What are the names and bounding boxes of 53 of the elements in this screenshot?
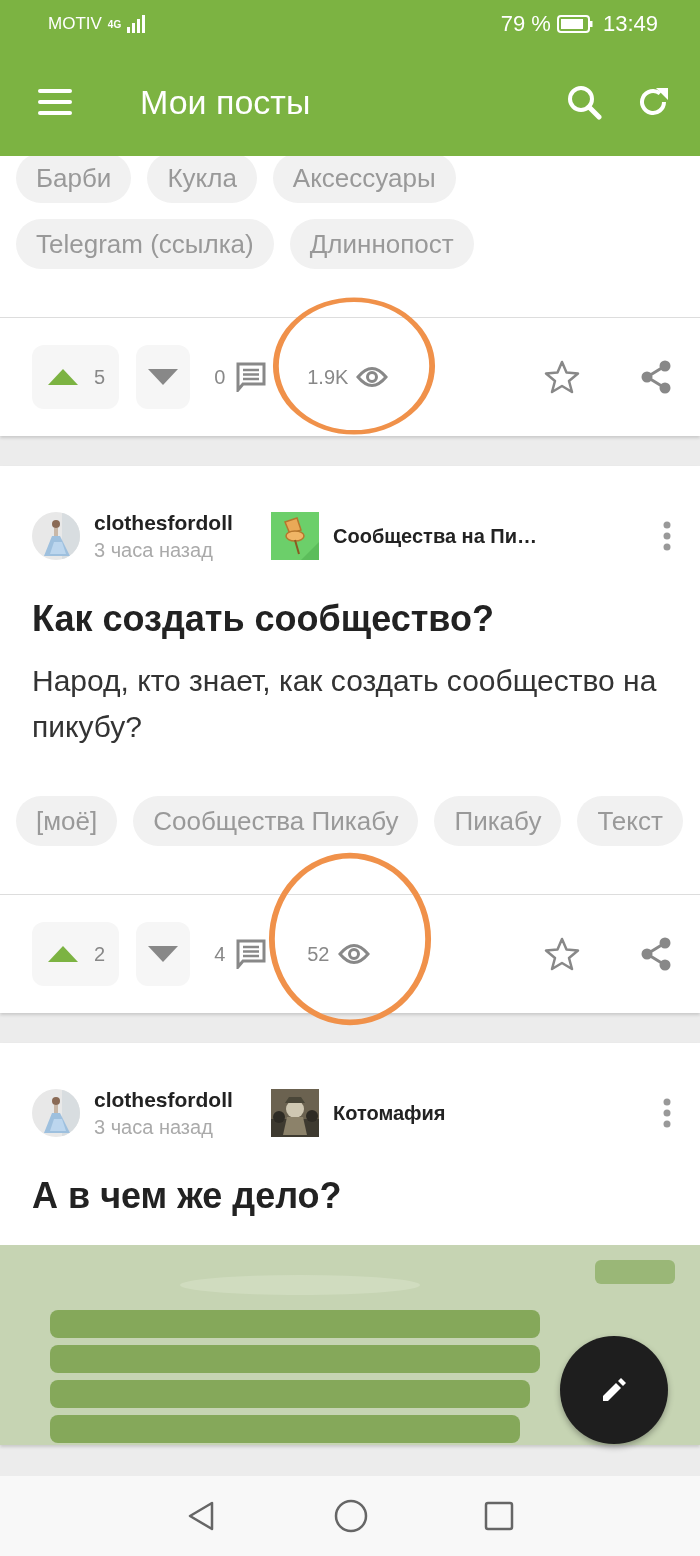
battery-level: 79 % <box>500 11 551 37</box>
downvote-button[interactable] <box>136 922 191 986</box>
views-count: 52 <box>307 942 330 966</box>
upvote-icon <box>48 369 78 385</box>
comment-icon[interactable] <box>235 939 268 969</box>
pushpin-icon[interactable] <box>271 512 319 560</box>
page-title: Мои посты <box>140 82 312 122</box>
downvote-icon <box>148 369 179 385</box>
community-name[interactable]: Котомафия <box>333 1101 662 1125</box>
eye-icon <box>356 366 389 388</box>
network-type: 4G <box>107 18 122 30</box>
tag-chip[interactable]: Сообщества Пикабу <box>133 796 419 846</box>
home-icon[interactable] <box>334 1499 368 1533</box>
comment-icon[interactable] <box>235 362 268 392</box>
star-icon[interactable] <box>544 360 580 394</box>
star-icon[interactable] <box>544 937 580 971</box>
tag-chip[interactable]: Барби <box>16 156 132 203</box>
tag-chip[interactable]: Аксессуары <box>272 156 456 203</box>
comments-count: 4 <box>214 942 226 966</box>
tag-chip[interactable]: Пикабу <box>434 796 562 846</box>
downvote-button[interactable] <box>136 345 191 409</box>
tag-chip[interactable]: Текст <box>577 796 683 846</box>
carrier-name: MOTIV <box>48 14 102 34</box>
more-options-icon[interactable] <box>662 521 672 551</box>
author-name[interactable]: clothesfordoll <box>94 510 271 535</box>
more-options-icon[interactable] <box>662 1098 672 1128</box>
upvote-button[interactable]: 2 <box>32 922 120 986</box>
tag-chip[interactable]: Кукла <box>147 156 257 203</box>
share-icon[interactable] <box>640 360 672 394</box>
eye-icon <box>337 943 370 965</box>
signal-icon <box>127 15 146 33</box>
tag-chip[interactable]: Telegram (ссылка) <box>16 219 274 269</box>
recent-apps-icon[interactable] <box>484 1501 514 1531</box>
clock: 13:49 <box>602 11 658 37</box>
pencil-icon <box>601 1377 627 1403</box>
views-count: 1.9K <box>307 365 349 389</box>
battery-icon <box>556 15 593 33</box>
tag-chip[interactable]: Длиннопост <box>289 219 474 269</box>
post-time: 3 часа назад <box>94 538 214 562</box>
share-icon[interactable] <box>640 937 672 971</box>
post-title[interactable]: Как создать сообщество? <box>0 568 700 640</box>
post-title[interactable]: А в чем же дело? <box>0 1145 700 1217</box>
author-name[interactable]: clothesfordoll <box>94 1087 271 1112</box>
post-text: Народ, кто знает, как создать сообщество на пикубу? <box>31 663 658 745</box>
upvote-icon <box>48 946 78 962</box>
search-icon[interactable] <box>566 84 602 120</box>
menu-icon[interactable] <box>38 89 72 115</box>
downvote-icon <box>148 946 179 962</box>
post-time: 3 часа назад <box>94 1115 214 1139</box>
community-name[interactable]: Сообщества на Пи… <box>333 524 662 548</box>
tag-chip[interactable]: [моё] <box>16 796 118 846</box>
upvote-button[interactable]: 5 <box>32 345 120 409</box>
comments-count: 0 <box>214 365 226 389</box>
